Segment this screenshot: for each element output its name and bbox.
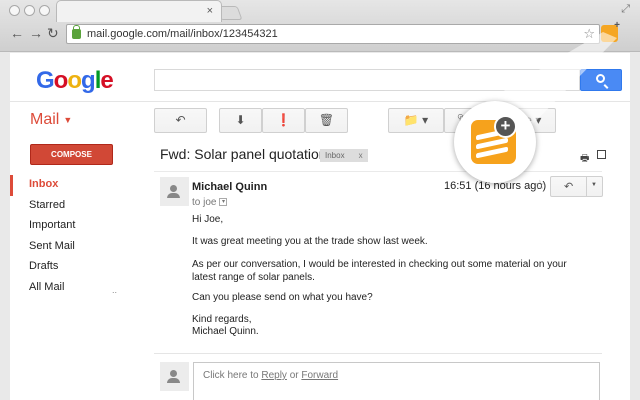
add-icon: + — [494, 115, 517, 138]
extension-callout: + — [454, 101, 536, 183]
callout-beam — [468, 32, 617, 125]
